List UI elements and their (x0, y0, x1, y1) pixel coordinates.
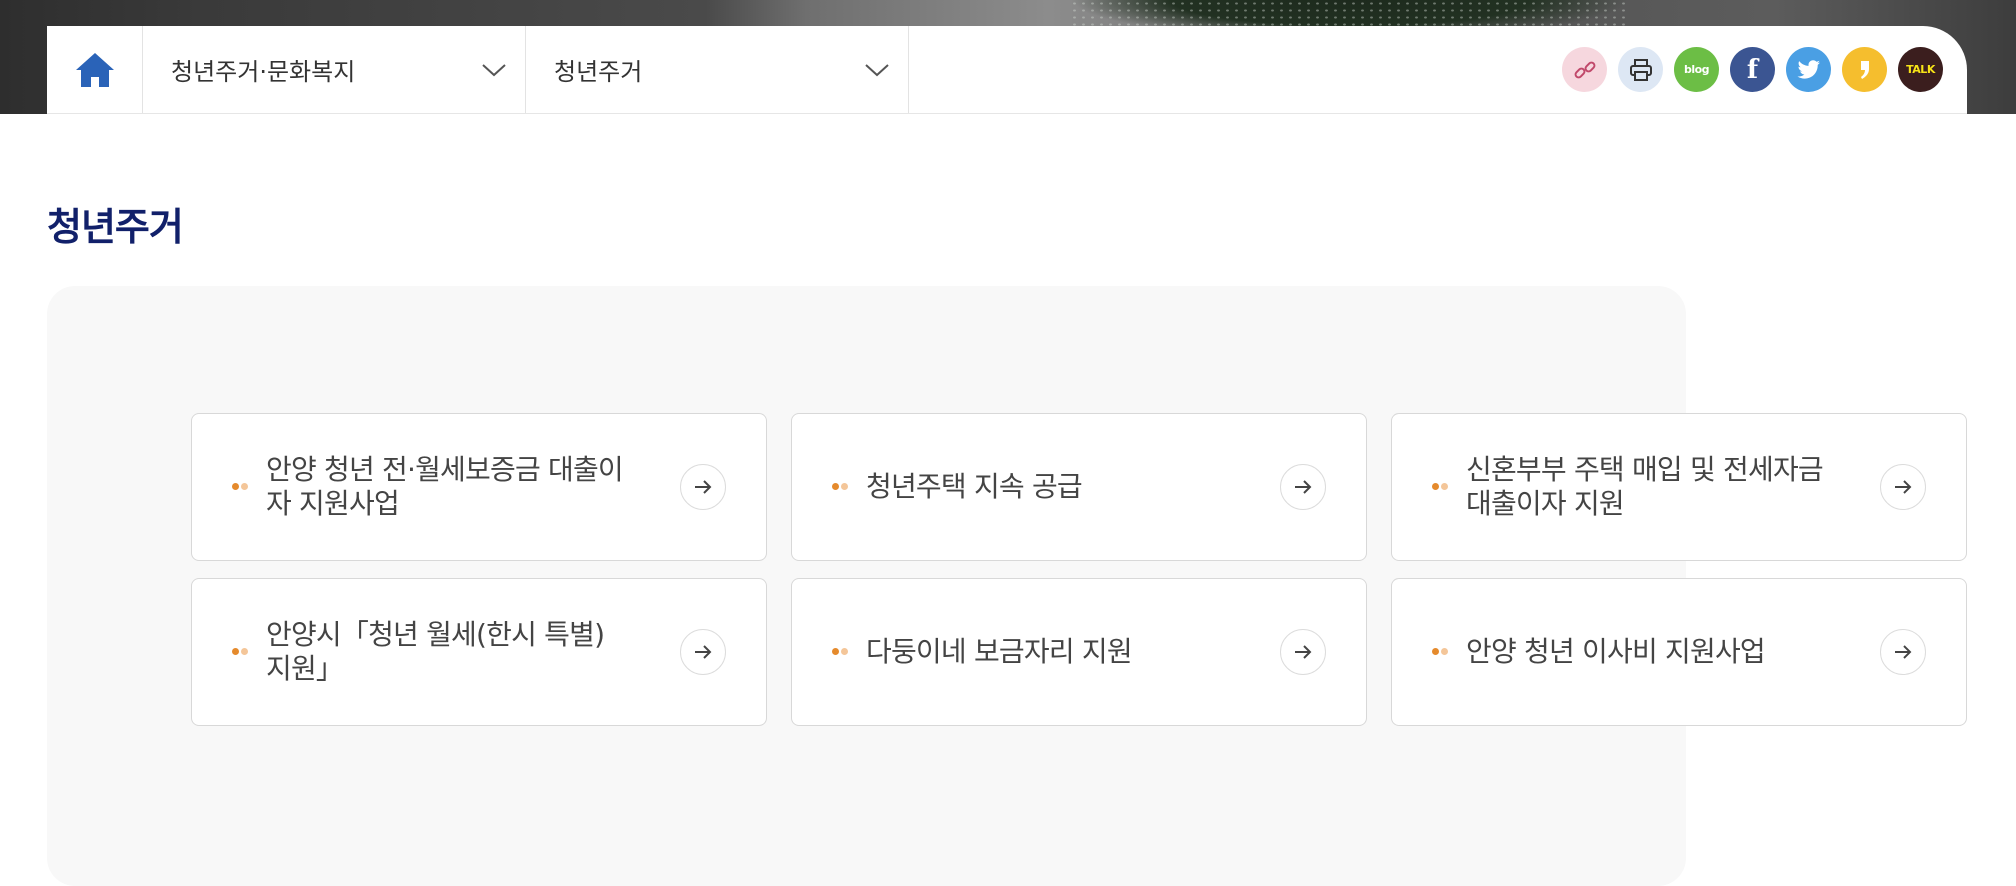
home-button[interactable] (47, 26, 143, 113)
bullet-dots (1432, 483, 1448, 490)
card-label: 안양시「청년 월세(한시 특별) 지원」 (266, 618, 605, 685)
card-link[interactable]: 안양 청년 이사비 지원사업 (1391, 578, 1967, 726)
arrow-right-icon (680, 464, 726, 510)
bullet-dots (1432, 648, 1448, 655)
card-link[interactable]: 안양 청년 전·월세보증금 대출이자 지원사업 (191, 413, 767, 561)
location-navbar: 청년주거·문화복지 청년주거 blog f TALK (47, 26, 1967, 114)
card-label: 신혼부부 주택 매입 및 전세자금 대출이자 지원 (1466, 453, 1824, 520)
arrow-right-icon (1280, 629, 1326, 675)
kakaostory-icon (1860, 60, 1869, 79)
blog-share-button[interactable]: blog (1674, 47, 1719, 92)
arrow-right-icon (1880, 464, 1926, 510)
link-icon (1574, 61, 1595, 78)
bullet-dots (832, 648, 848, 655)
twitter-share-button[interactable] (1786, 47, 1831, 92)
card-link[interactable]: 신혼부부 주택 매입 및 전세자금 대출이자 지원 (1391, 413, 1967, 561)
card-label: 다둥이네 보금자리 지원 (866, 635, 1133, 668)
page-title: 청년주거 (47, 205, 184, 249)
facebook-icon: f (1746, 54, 1759, 85)
arrow-right-icon (1880, 629, 1926, 675)
card-link[interactable]: 다둥이네 보금자리 지원 (791, 578, 1367, 726)
depth2-select[interactable]: 청년주거 (526, 26, 909, 113)
kakaostory-share-button[interactable] (1842, 47, 1887, 92)
bullet-dots (232, 648, 248, 655)
home-icon (75, 52, 114, 87)
chevron-down-icon (482, 63, 506, 76)
share-toolbar: blog f TALK (909, 26, 1967, 113)
kakaotalk-share-button[interactable]: TALK (1898, 47, 1943, 92)
arrow-right-icon (680, 629, 726, 675)
twitter-icon (1797, 59, 1820, 79)
depth1-label: 청년주거·문화복지 (171, 58, 356, 86)
print-button[interactable] (1618, 47, 1663, 92)
kakaotalk-label: TALK (1906, 63, 1935, 76)
bullet-dots (232, 483, 248, 490)
card-label: 청년주택 지속 공급 (866, 470, 1083, 503)
copy-link-button[interactable] (1562, 47, 1607, 92)
card-link[interactable]: 청년주택 지속 공급 (791, 413, 1367, 561)
arrow-right-icon (1280, 464, 1326, 510)
card-label: 안양 청년 전·월세보증금 대출이자 지원사업 (266, 453, 624, 520)
facebook-share-button[interactable]: f (1730, 47, 1775, 92)
card-label: 안양 청년 이사비 지원사업 (1466, 635, 1766, 668)
card-link[interactable]: 안양시「청년 월세(한시 특별) 지원」 (191, 578, 767, 726)
bullet-dots (832, 483, 848, 490)
depth1-select[interactable]: 청년주거·문화복지 (143, 26, 526, 113)
print-icon (1629, 58, 1652, 81)
chevron-down-icon (865, 63, 889, 76)
depth2-label: 청년주거 (554, 58, 643, 86)
blog-label: blog (1683, 63, 1710, 76)
